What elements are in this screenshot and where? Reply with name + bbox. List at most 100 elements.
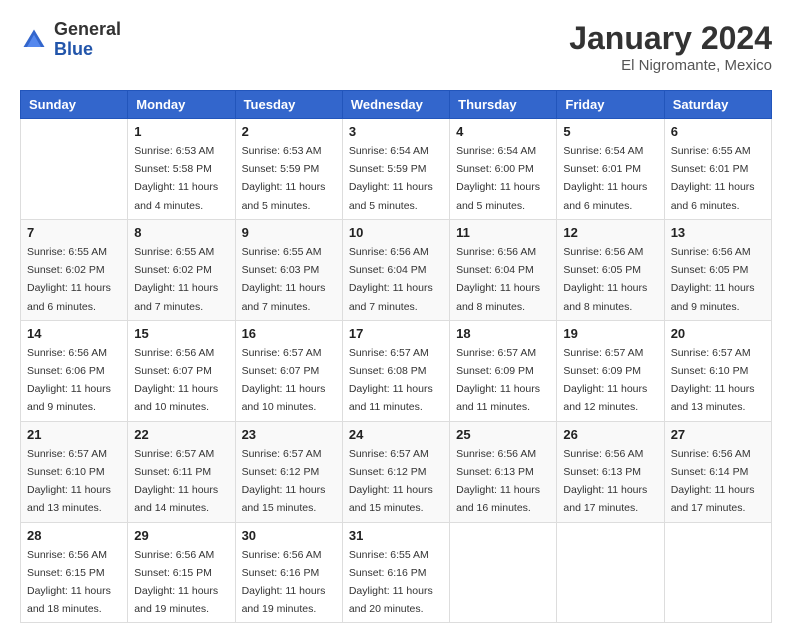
logo-icon (20, 26, 48, 54)
day-number: 14 (27, 326, 121, 341)
calendar-cell: 26 Sunrise: 6:56 AMSunset: 6:13 PMDaylig… (557, 421, 664, 522)
day-number: 10 (349, 225, 443, 240)
weekday-header-monday: Monday (128, 91, 235, 119)
calendar-cell: 12 Sunrise: 6:56 AMSunset: 6:05 PMDaylig… (557, 219, 664, 320)
day-info: Sunrise: 6:56 AMSunset: 6:04 PMDaylight:… (349, 246, 433, 313)
day-number: 3 (349, 124, 443, 139)
day-number: 15 (134, 326, 228, 341)
day-number: 31 (349, 528, 443, 543)
calendar-cell: 8 Sunrise: 6:55 AMSunset: 6:02 PMDayligh… (128, 219, 235, 320)
calendar-table: SundayMondayTuesdayWednesdayThursdayFrid… (20, 90, 772, 623)
calendar-cell: 11 Sunrise: 6:56 AMSunset: 6:04 PMDaylig… (450, 219, 557, 320)
calendar-title: January 2024 (569, 20, 772, 57)
day-info: Sunrise: 6:57 AMSunset: 6:11 PMDaylight:… (134, 448, 218, 515)
calendar-cell: 28 Sunrise: 6:56 AMSunset: 6:15 PMDaylig… (21, 522, 128, 623)
calendar-week-row: 7 Sunrise: 6:55 AMSunset: 6:02 PMDayligh… (21, 219, 772, 320)
calendar-cell: 4 Sunrise: 6:54 AMSunset: 6:00 PMDayligh… (450, 119, 557, 220)
day-info: Sunrise: 6:54 AMSunset: 6:01 PMDaylight:… (563, 145, 647, 212)
day-number: 8 (134, 225, 228, 240)
calendar-cell: 7 Sunrise: 6:55 AMSunset: 6:02 PMDayligh… (21, 219, 128, 320)
day-number: 9 (242, 225, 336, 240)
calendar-cell (664, 522, 771, 623)
calendar-cell: 15 Sunrise: 6:56 AMSunset: 6:07 PMDaylig… (128, 320, 235, 421)
day-info: Sunrise: 6:57 AMSunset: 6:10 PMDaylight:… (27, 448, 111, 515)
day-number: 12 (563, 225, 657, 240)
day-info: Sunrise: 6:56 AMSunset: 6:15 PMDaylight:… (134, 549, 218, 616)
calendar-cell: 24 Sunrise: 6:57 AMSunset: 6:12 PMDaylig… (342, 421, 449, 522)
weekday-header-saturday: Saturday (664, 91, 771, 119)
calendar-cell: 13 Sunrise: 6:56 AMSunset: 6:05 PMDaylig… (664, 219, 771, 320)
day-number: 20 (671, 326, 765, 341)
calendar-cell: 10 Sunrise: 6:56 AMSunset: 6:04 PMDaylig… (342, 219, 449, 320)
weekday-header-wednesday: Wednesday (342, 91, 449, 119)
day-info: Sunrise: 6:56 AMSunset: 6:07 PMDaylight:… (134, 347, 218, 414)
calendar-cell: 18 Sunrise: 6:57 AMSunset: 6:09 PMDaylig… (450, 320, 557, 421)
day-info: Sunrise: 6:56 AMSunset: 6:05 PMDaylight:… (671, 246, 755, 313)
calendar-week-row: 14 Sunrise: 6:56 AMSunset: 6:06 PMDaylig… (21, 320, 772, 421)
day-number: 21 (27, 427, 121, 442)
day-number: 5 (563, 124, 657, 139)
day-info: Sunrise: 6:56 AMSunset: 6:15 PMDaylight:… (27, 549, 111, 616)
calendar-cell: 14 Sunrise: 6:56 AMSunset: 6:06 PMDaylig… (21, 320, 128, 421)
day-number: 16 (242, 326, 336, 341)
calendar-cell: 9 Sunrise: 6:55 AMSunset: 6:03 PMDayligh… (235, 219, 342, 320)
day-info: Sunrise: 6:55 AMSunset: 6:01 PMDaylight:… (671, 145, 755, 212)
calendar-cell: 29 Sunrise: 6:56 AMSunset: 6:15 PMDaylig… (128, 522, 235, 623)
calendar-cell: 23 Sunrise: 6:57 AMSunset: 6:12 PMDaylig… (235, 421, 342, 522)
calendar-cell: 16 Sunrise: 6:57 AMSunset: 6:07 PMDaylig… (235, 320, 342, 421)
calendar-cell: 25 Sunrise: 6:56 AMSunset: 6:13 PMDaylig… (450, 421, 557, 522)
day-number: 23 (242, 427, 336, 442)
page-header: General Blue January 2024 El Nigromante,… (20, 20, 772, 74)
weekday-header-tuesday: Tuesday (235, 91, 342, 119)
calendar-cell: 21 Sunrise: 6:57 AMSunset: 6:10 PMDaylig… (21, 421, 128, 522)
calendar-cell: 22 Sunrise: 6:57 AMSunset: 6:11 PMDaylig… (128, 421, 235, 522)
day-number: 22 (134, 427, 228, 442)
day-info: Sunrise: 6:57 AMSunset: 6:08 PMDaylight:… (349, 347, 433, 414)
day-number: 19 (563, 326, 657, 341)
calendar-cell: 17 Sunrise: 6:57 AMSunset: 6:08 PMDaylig… (342, 320, 449, 421)
logo-general-text: General (54, 20, 121, 40)
calendar-cell (450, 522, 557, 623)
day-number: 11 (456, 225, 550, 240)
calendar-cell: 1 Sunrise: 6:53 AMSunset: 5:58 PMDayligh… (128, 119, 235, 220)
logo[interactable]: General Blue (20, 20, 121, 60)
calendar-week-row: 21 Sunrise: 6:57 AMSunset: 6:10 PMDaylig… (21, 421, 772, 522)
day-info: Sunrise: 6:56 AMSunset: 6:14 PMDaylight:… (671, 448, 755, 515)
calendar-week-row: 28 Sunrise: 6:56 AMSunset: 6:15 PMDaylig… (21, 522, 772, 623)
calendar-cell: 19 Sunrise: 6:57 AMSunset: 6:09 PMDaylig… (557, 320, 664, 421)
day-info: Sunrise: 6:57 AMSunset: 6:09 PMDaylight:… (456, 347, 540, 414)
day-info: Sunrise: 6:55 AMSunset: 6:02 PMDaylight:… (27, 246, 111, 313)
calendar-cell: 5 Sunrise: 6:54 AMSunset: 6:01 PMDayligh… (557, 119, 664, 220)
calendar-cell: 30 Sunrise: 6:56 AMSunset: 6:16 PMDaylig… (235, 522, 342, 623)
calendar-cell: 3 Sunrise: 6:54 AMSunset: 5:59 PMDayligh… (342, 119, 449, 220)
day-info: Sunrise: 6:56 AMSunset: 6:16 PMDaylight:… (242, 549, 326, 616)
weekday-header-sunday: Sunday (21, 91, 128, 119)
calendar-cell: 6 Sunrise: 6:55 AMSunset: 6:01 PMDayligh… (664, 119, 771, 220)
day-number: 30 (242, 528, 336, 543)
day-number: 26 (563, 427, 657, 442)
day-number: 2 (242, 124, 336, 139)
day-info: Sunrise: 6:54 AMSunset: 5:59 PMDaylight:… (349, 145, 433, 212)
day-number: 28 (27, 528, 121, 543)
day-number: 24 (349, 427, 443, 442)
day-number: 29 (134, 528, 228, 543)
weekday-header-thursday: Thursday (450, 91, 557, 119)
day-number: 27 (671, 427, 765, 442)
calendar-cell: 31 Sunrise: 6:55 AMSunset: 6:16 PMDaylig… (342, 522, 449, 623)
day-info: Sunrise: 6:57 AMSunset: 6:07 PMDaylight:… (242, 347, 326, 414)
logo-blue-text: Blue (54, 40, 121, 60)
calendar-cell: 20 Sunrise: 6:57 AMSunset: 6:10 PMDaylig… (664, 320, 771, 421)
day-info: Sunrise: 6:53 AMSunset: 5:59 PMDaylight:… (242, 145, 326, 212)
day-info: Sunrise: 6:54 AMSunset: 6:00 PMDaylight:… (456, 145, 540, 212)
day-number: 17 (349, 326, 443, 341)
day-info: Sunrise: 6:57 AMSunset: 6:12 PMDaylight:… (349, 448, 433, 515)
calendar-cell: 27 Sunrise: 6:56 AMSunset: 6:14 PMDaylig… (664, 421, 771, 522)
day-number: 18 (456, 326, 550, 341)
day-info: Sunrise: 6:56 AMSunset: 6:13 PMDaylight:… (456, 448, 540, 515)
calendar-cell: 2 Sunrise: 6:53 AMSunset: 5:59 PMDayligh… (235, 119, 342, 220)
day-number: 25 (456, 427, 550, 442)
day-info: Sunrise: 6:56 AMSunset: 6:04 PMDaylight:… (456, 246, 540, 313)
day-number: 13 (671, 225, 765, 240)
calendar-cell (557, 522, 664, 623)
day-info: Sunrise: 6:56 AMSunset: 6:06 PMDaylight:… (27, 347, 111, 414)
